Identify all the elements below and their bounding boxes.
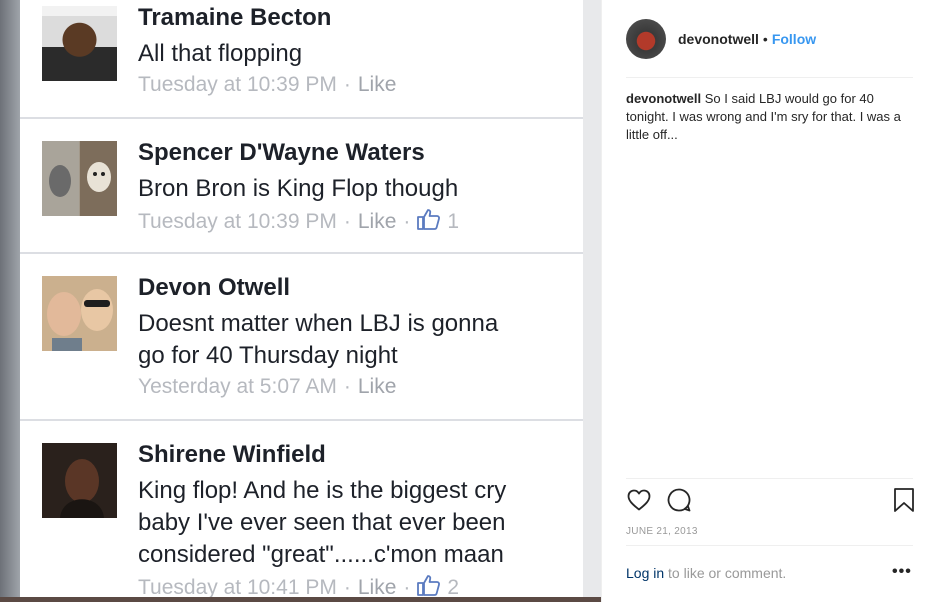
- avatar[interactable]: [626, 19, 666, 59]
- fb-like-count: 1: [447, 210, 460, 233]
- post-caption: devonotwell So I said LBJ would go for 4…: [626, 90, 918, 144]
- fb-comment-name: Shirene Winfield: [138, 441, 326, 468]
- fb-comment-time: Yesterday at 5:07 AM: [138, 375, 337, 398]
- login-prompt-text: to like or comment.: [664, 565, 787, 581]
- fb-comment-line: King flop! And he is the biggest cry: [138, 477, 507, 504]
- image-edge-left: [0, 0, 20, 602]
- fb-comment-name: Devon Otwell: [138, 274, 291, 301]
- fb-comments-card: Tramaine Becton All that flopping Tuesda…: [20, 0, 583, 602]
- separator-dot: •: [762, 31, 768, 47]
- fb-like-link: Like: [357, 210, 397, 233]
- caption-username[interactable]: devonotwell: [626, 91, 701, 106]
- fb-comment-time: Tuesday at 10:39 PM: [138, 210, 337, 233]
- fb-avatar: [42, 276, 117, 351]
- woman-photo-icon: [42, 443, 117, 518]
- follow-button[interactable]: Follow: [772, 31, 816, 47]
- fb-comment-line: go for 40 Thursday night: [138, 342, 398, 369]
- fb-comment-line: baby I've ever seen that ever been: [138, 509, 506, 536]
- fb-comment-meta: Tuesday at 10:39 PM · Like · 1: [138, 208, 459, 236]
- fb-comment-3: Devon Otwell Doesnt matter when LBJ is g…: [20, 254, 583, 421]
- more-options-button[interactable]: •••: [892, 563, 912, 581]
- fb-comment-line: Bron Bron is King Flop though: [138, 175, 459, 202]
- bookmark-icon[interactable]: [892, 487, 920, 515]
- fb-comment-text: All that flopping: [138, 38, 302, 70]
- fb-comment-name: Tramaine Becton: [138, 4, 332, 31]
- fb-comment-time: Tuesday at 10:39 PM: [138, 73, 337, 96]
- fb-comment-line: All that flopping: [138, 40, 303, 67]
- date-divider: [626, 545, 913, 546]
- fb-comment-meta: Tuesday at 10:39 PM · Like: [138, 73, 397, 96]
- fb-comment-line: considered "great"......c'mon maan: [138, 541, 504, 568]
- fb-avatar: [42, 443, 117, 518]
- fb-comment-meta: Yesterday at 5:07 AM · Like: [138, 375, 397, 398]
- post-image: Tramaine Becton All that flopping Tuesda…: [0, 0, 601, 602]
- fb-comment-name: Spencer D'Wayne Waters: [138, 139, 425, 166]
- login-prompt: Log in to like or comment.: [626, 565, 786, 581]
- fb-avatar: [42, 141, 117, 216]
- fb-like-link: Like: [357, 375, 397, 398]
- post-actions: [626, 487, 916, 515]
- fb-comment-text: King flop! And he is the biggest cry bab…: [138, 475, 506, 571]
- header-divider: [626, 77, 913, 78]
- login-link[interactable]: Log in: [626, 565, 664, 581]
- fb-comment-text: Bron Bron is King Flop though: [138, 173, 458, 205]
- actions-divider: [626, 478, 913, 479]
- post-sidebar: devonotwell • Follow devonotwell So I sa…: [601, 0, 937, 602]
- image-bottom-strip: [0, 597, 601, 602]
- couple-photo-icon: [42, 276, 117, 351]
- fb-comment-1: Tramaine Becton All that flopping Tuesda…: [20, 0, 583, 119]
- fb-comment-text: Doesnt matter when LBJ is gonna go for 4…: [138, 308, 498, 372]
- post-date: JUNE 21, 2013: [626, 526, 698, 537]
- comment-icon[interactable]: [666, 487, 694, 515]
- fb-comment-4: Shirene Winfield King flop! And he is th…: [20, 421, 583, 602]
- thumbs-up-icon: [417, 208, 441, 236]
- post-username[interactable]: devonotwell: [678, 31, 759, 47]
- fb-comment-line: Doesnt matter when LBJ is gonna: [138, 310, 499, 337]
- fb-like-link: Like: [357, 73, 397, 96]
- post-header: devonotwell • Follow: [626, 18, 816, 60]
- fb-avatar: [42, 6, 117, 81]
- heart-icon[interactable]: [626, 487, 654, 515]
- dog-photo-icon: [42, 141, 117, 216]
- image-edge-right: [583, 0, 601, 602]
- fb-comment-2: Spencer D'Wayne Waters Bron Bron is King…: [20, 119, 583, 254]
